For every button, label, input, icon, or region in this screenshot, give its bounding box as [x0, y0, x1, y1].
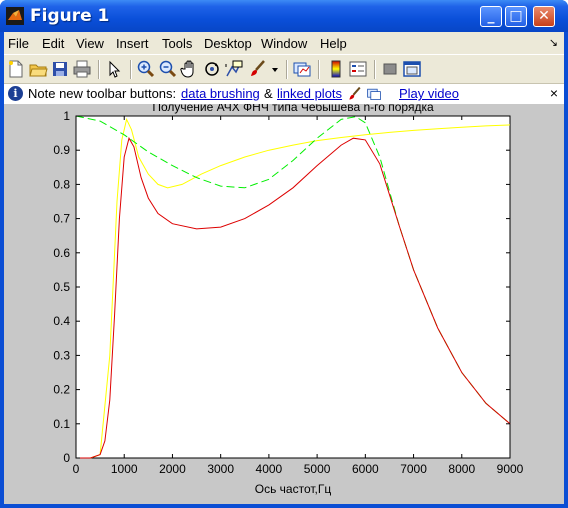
pointer-arrow-icon[interactable] [104, 59, 124, 79]
linked-plots-link[interactable]: linked plots [277, 86, 342, 101]
x-tick-label: 6000 [352, 462, 379, 476]
play-video-link[interactable]: Play video [399, 86, 459, 101]
print-icon[interactable] [72, 59, 92, 79]
x-tick-label: 2000 [159, 462, 186, 476]
figure-toolbar [4, 54, 564, 84]
y-tick-label: 0.6 [53, 246, 70, 260]
show-plot-tools-icon[interactable] [402, 59, 422, 79]
rotate-3d-icon[interactable] [202, 59, 222, 79]
y-tick-label: 0.3 [53, 348, 70, 362]
menu-bar: File Edit View Insert Tools Desktop Wind… [4, 32, 564, 54]
save-icon[interactable] [50, 59, 70, 79]
y-tick-label: 0.4 [53, 314, 70, 328]
link-plot-icon[interactable] [292, 59, 312, 79]
menu-window[interactable]: Window [261, 36, 307, 51]
info-icon: i [8, 86, 23, 101]
menu-help[interactable]: Help [320, 36, 347, 51]
maximize-button[interactable]: □ [505, 6, 527, 27]
brush-small-icon [349, 86, 361, 100]
pan-hand-icon[interactable] [180, 59, 200, 79]
figure-window: Figure 1 _ □ ✕ File Edit View Insert Too… [0, 0, 568, 508]
info-text: Note new toolbar buttons: [28, 86, 177, 101]
chart-title: Получение АЧХ ФНЧ типа Чебышева n-го пор… [152, 104, 434, 114]
brush-icon[interactable] [248, 59, 268, 79]
data-cursor-icon[interactable] [224, 59, 244, 79]
x-tick-label: 3000 [207, 462, 234, 476]
x-tick-label: 7000 [400, 462, 427, 476]
axes-background [75, 115, 511, 459]
data-brushing-link[interactable]: data brushing [181, 86, 260, 101]
linked-plot-small-icon [367, 88, 381, 100]
toolbar-separator [286, 60, 288, 79]
y-tick-label: 0.7 [53, 212, 70, 226]
new-figure-icon[interactable] [6, 59, 26, 79]
x-tick-label: 5000 [304, 462, 331, 476]
toolbar-separator [374, 60, 376, 79]
figure-canvas: Получение АЧХ ФНЧ типа Чебышева n-го пор… [4, 104, 564, 504]
y-tick-label: 0.9 [53, 143, 70, 157]
window-title: Figure 1 [30, 6, 110, 26]
menu-file[interactable]: File [8, 36, 29, 51]
menu-edit[interactable]: Edit [42, 36, 64, 51]
y-tick-label: 0.5 [53, 280, 70, 294]
x-tick-label: 4000 [256, 462, 283, 476]
x-tick-label: 9000 [497, 462, 524, 476]
y-tick-label: 0 [63, 451, 70, 465]
info-bar: i Note new toolbar buttons: data brushin… [4, 84, 564, 104]
zoom-out-icon[interactable] [158, 59, 178, 79]
legend-icon[interactable] [348, 59, 368, 79]
brush-dropdown-icon[interactable] [270, 59, 280, 79]
title-bar[interactable]: Figure 1 _ □ ✕ [0, 0, 568, 32]
hide-plot-tools-icon[interactable] [380, 59, 400, 79]
menu-view[interactable]: View [76, 36, 104, 51]
matlab-logo-icon [6, 7, 24, 25]
info-close-icon[interactable]: × [550, 85, 558, 101]
x-tick-label: 8000 [448, 462, 475, 476]
info-ampersand: & [264, 86, 273, 101]
colorbar-icon[interactable] [326, 59, 346, 79]
toolbar-separator [98, 60, 100, 79]
window-client-area: File Edit View Insert Tools Desktop Wind… [4, 32, 564, 504]
menu-insert[interactable]: Insert [116, 36, 149, 51]
x-tick-label: 0 [73, 462, 80, 476]
y-tick-label: 0.8 [53, 177, 70, 191]
menu-dock-arrow-icon[interactable]: ↘ [549, 36, 558, 49]
y-tick-label: 0.2 [53, 383, 70, 397]
zoom-in-icon[interactable] [136, 59, 156, 79]
menu-desktop[interactable]: Desktop [204, 36, 252, 51]
menu-tools[interactable]: Tools [162, 36, 192, 51]
y-tick-label: 0.1 [53, 417, 70, 431]
plot-svg: Получение АЧХ ФНЧ типа Чебышева n-го пор… [53, 104, 524, 496]
close-button[interactable]: ✕ [533, 6, 555, 27]
x-axis-label: Ось частот,Гц [255, 482, 332, 496]
open-file-icon[interactable] [28, 59, 48, 79]
x-tick-label: 1000 [111, 462, 138, 476]
minimize-button[interactable]: _ [480, 6, 502, 27]
toolbar-separator [318, 60, 320, 79]
toolbar-separator [130, 60, 132, 79]
y-tick-label: 1 [63, 109, 70, 123]
